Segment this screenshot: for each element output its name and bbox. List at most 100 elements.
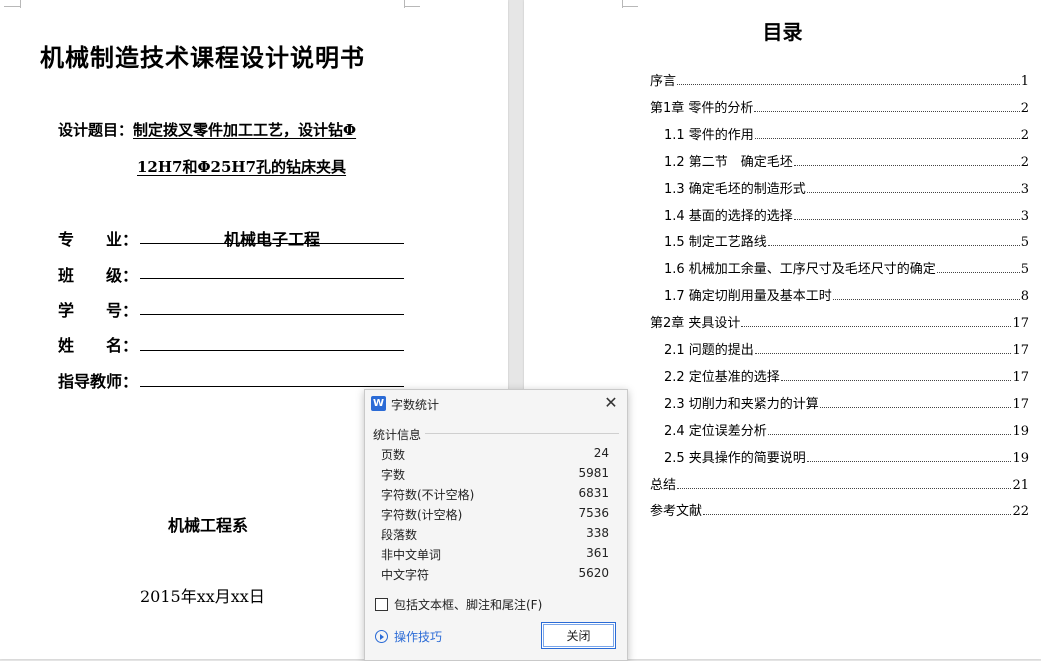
toc-entry-title: 总结	[650, 478, 677, 493]
date: 2015年xx月xx日	[140, 587, 265, 606]
stat-label: 页数	[381, 448, 406, 462]
stat-row: 页数 24	[381, 446, 609, 466]
dialog-titlebar[interactable]: W 字数统计 ✕	[365, 390, 627, 418]
toc-leader-dots	[754, 138, 1020, 139]
stat-value: 6831	[578, 486, 609, 500]
stat-label: 字符数(计空格)	[381, 508, 463, 522]
stat-label: 中文字符	[381, 568, 430, 582]
toc-entry[interactable]: 2.3 切削力和夹紧力的计算 17	[664, 394, 1029, 412]
play-circle-icon	[375, 630, 388, 643]
include-notes-option[interactable]: 包括文本框、脚注和尾注(F)	[375, 596, 542, 613]
toc-entry[interactable]: 1.4 基面的选择的选择 3	[664, 206, 1029, 224]
toc-entry[interactable]: 2.2 定位基准的选择 17	[664, 367, 1029, 385]
tips-label[interactable]: 操作技巧	[394, 628, 442, 645]
toc-entry-title: 1.6 机械加工余量、工序尺寸及毛坯尺寸的确定	[664, 262, 936, 277]
toc-entry-page: 2	[1020, 128, 1029, 143]
toc-entry[interactable]: 1.1 零件的作用 2	[664, 125, 1029, 143]
toc-entry-title: 2.5 夹具操作的简要说明	[664, 451, 806, 466]
page-corner-mark	[20, 0, 21, 8]
toc-entry-page: 17	[1012, 397, 1029, 412]
toc-entry[interactable]: 参考文献 22	[650, 501, 1029, 519]
toc-entry[interactable]: 序言 1	[650, 71, 1029, 89]
toc-entry-page: 17	[1012, 370, 1029, 385]
toc-entry-title: 1.3 确定毛坯的制造形式	[664, 182, 806, 197]
toc-entry[interactable]: 1.5 制定工艺路线 5	[664, 232, 1029, 250]
toc-entry-page: 8	[1020, 289, 1029, 304]
stat-label: 字数	[381, 468, 406, 482]
toc-entry-page: 19	[1012, 451, 1029, 466]
toc-leader-dots	[741, 326, 1012, 327]
stat-value: 361	[586, 546, 609, 560]
toc-entry-title: 第2章 夹具设计	[650, 316, 741, 331]
wps-writer-icon: W	[371, 396, 386, 411]
stat-row: 中文字符 5620	[381, 566, 609, 586]
toc-entry-title: 1.1 零件的作用	[664, 128, 754, 143]
toc-entry-page: 3	[1020, 209, 1029, 224]
toc-entry-page: 17	[1012, 343, 1029, 358]
topic-label: 设计题目：	[58, 121, 134, 139]
close-icon[interactable]: ✕	[601, 393, 621, 413]
department: 机械工程系	[168, 516, 249, 535]
toc-entry-page: 5	[1020, 262, 1029, 277]
stat-label: 非中文单词	[381, 548, 442, 562]
toc-entry[interactable]: 2.4 定位误差分析 19	[664, 421, 1029, 439]
stat-value: 338	[586, 526, 609, 540]
toc-entry-page: 1	[1020, 74, 1029, 89]
toc-entry-page: 3	[1020, 182, 1029, 197]
toc-leader-dots	[754, 353, 1012, 354]
toc-entry-title: 2.2 定位基准的选择	[664, 370, 780, 385]
field-value-major: 机械电子工程	[223, 230, 320, 249]
document-title: 机械制造技术课程设计说明书	[40, 43, 365, 72]
toc-leader-dots	[754, 111, 1020, 112]
field-underline	[140, 278, 404, 279]
stat-value: 24	[593, 446, 609, 460]
include-notes-label[interactable]: 包括文本框、脚注和尾注(F)	[394, 596, 542, 613]
field-underline	[140, 386, 404, 387]
toc-entry[interactable]: 2.5 夹具操作的简要说明 19	[664, 448, 1029, 466]
toc-entry[interactable]: 1.2 第二节 确定毛坯 2	[664, 152, 1029, 170]
toc-leader-dots	[767, 434, 1012, 435]
toc-entry[interactable]: 1.3 确定毛坯的制造形式 3	[664, 179, 1029, 197]
toc-entry-page: 19	[1012, 424, 1029, 439]
field-underline	[140, 314, 404, 315]
section-label: 统计信息	[373, 428, 422, 442]
toc-leader-dots	[793, 165, 1020, 166]
stat-row: 字符数(不计空格) 6831	[381, 486, 609, 506]
toc-entry[interactable]: 第1章 零件的分析 2	[650, 98, 1029, 116]
toc-entry-title: 2.1 问题的提出	[664, 343, 754, 358]
toc-entry-title: 2.4 定位误差分析	[664, 424, 767, 439]
toc-entry-page: 2	[1020, 155, 1029, 170]
toc-leader-dots	[936, 272, 1020, 273]
toc-entry-title: 1.5 制定工艺路线	[664, 235, 767, 250]
tips-link[interactable]: 操作技巧	[375, 628, 442, 645]
toc-entry-title: 第1章 零件的分析	[650, 101, 754, 116]
stat-row: 字数 5981	[381, 466, 609, 486]
toc-entry[interactable]: 第2章 夹具设计 17	[650, 313, 1029, 331]
toc-entry-page: 2	[1020, 101, 1029, 116]
toc-title: 目录	[762, 20, 803, 44]
toc-entry-title: 1.4 基面的选择的选择	[664, 209, 793, 224]
field-label-major: 专 业：	[58, 230, 139, 249]
toc-entry[interactable]: 1.7 确定切削用量及基本工时 8	[664, 286, 1029, 304]
toc-leader-dots	[780, 380, 1012, 381]
toc-leader-dots	[806, 461, 1012, 462]
stat-value: 7536	[578, 506, 609, 520]
stat-row: 段落数 338	[381, 526, 609, 546]
toc-entry[interactable]: 1.6 机械加工余量、工序尺寸及毛坯尺寸的确定 5	[664, 259, 1029, 277]
topic-text-1: 制定拨叉零件加工工艺，设计钻Φ	[133, 121, 357, 139]
field-underline	[140, 350, 404, 351]
word-count-dialog: W 字数统计 ✕ 统计信息 页数 24 字数 5981 字符数(不计空格) 68…	[364, 389, 628, 661]
page-corner-mark	[404, 0, 405, 8]
include-notes-checkbox[interactable]	[375, 598, 388, 611]
toc-entry-title: 序言	[650, 74, 677, 89]
close-button[interactable]: 关闭	[541, 622, 616, 649]
toc-entry-title: 2.3 切削力和夹紧力的计算	[664, 397, 819, 412]
stat-label: 字符数(不计空格)	[381, 488, 475, 502]
dialog-title: 字数统计	[391, 398, 440, 412]
field-label-advisor: 指导教师：	[58, 372, 139, 391]
toc-entry-page: 21	[1012, 478, 1029, 493]
toc-leader-dots	[677, 488, 1012, 489]
toc-entry[interactable]: 2.1 问题的提出 17	[664, 340, 1029, 358]
page-corner-mark	[622, 6, 638, 7]
toc-entry[interactable]: 总结 21	[650, 475, 1029, 493]
